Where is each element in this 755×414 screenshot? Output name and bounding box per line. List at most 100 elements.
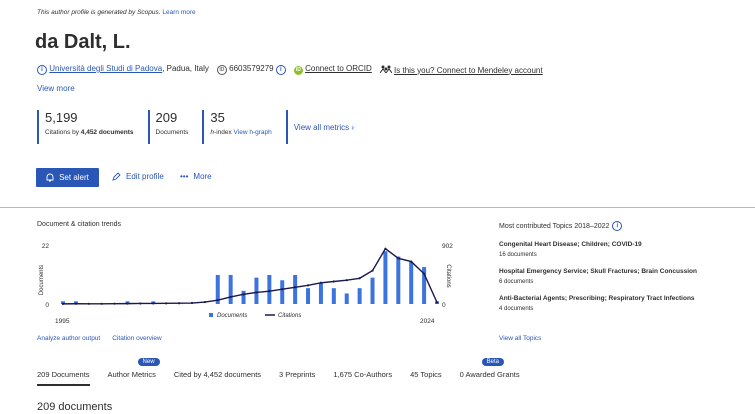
view-more-link[interactable]: View more xyxy=(37,84,75,93)
trend-title: Document & citation trends xyxy=(37,221,122,228)
citations-point xyxy=(345,279,348,282)
topic-item[interactable]: Hospital Emergency Service; Skull Fractu… xyxy=(499,268,729,285)
topics-panel: Most contributed Topics 2018–2022 i Cong… xyxy=(499,221,729,312)
tab-awarded-grants[interactable]: Beta 0 Awarded Grants xyxy=(460,358,520,386)
documents-bar xyxy=(306,288,311,304)
citations-point xyxy=(319,281,323,284)
affiliation: i Università degli Studi di Padova, Padu… xyxy=(37,64,209,75)
citations-point xyxy=(113,302,116,305)
citations-point xyxy=(126,302,129,305)
citations-point xyxy=(358,277,361,280)
documents-bar xyxy=(383,251,388,304)
trend-chart: Documents 22 0 Citations 902 0 1995 2024… xyxy=(39,243,453,325)
legend-documents-label: Documents xyxy=(217,313,247,319)
mendeley-icon xyxy=(379,65,393,74)
citations-point xyxy=(61,302,65,305)
documents-bar xyxy=(241,290,246,304)
ellipsis-icon: ••• xyxy=(180,172,189,181)
citations-point xyxy=(397,257,400,260)
bell-icon xyxy=(46,173,54,182)
x-tick-end: 2024 xyxy=(420,318,435,325)
info-icon: i xyxy=(37,65,47,75)
documents-bar xyxy=(293,275,298,304)
documents-bar xyxy=(228,275,233,304)
citations-point xyxy=(74,302,77,305)
metric-citations: 5,199 Citations by 4,452 documents xyxy=(37,110,148,144)
citations-point xyxy=(190,301,194,305)
orcid-icon: iD xyxy=(293,66,303,75)
citations-point xyxy=(332,280,335,283)
view-all-metrics-link[interactable]: View all metrics › xyxy=(285,110,368,144)
documents-bar xyxy=(344,293,349,304)
y-left-tick-bottom: 0 xyxy=(45,302,49,309)
citations-point xyxy=(268,290,271,293)
citations-point xyxy=(306,284,310,287)
tab-documents[interactable]: 209 Documents xyxy=(37,370,90,386)
learn-more-link[interactable]: Learn more xyxy=(162,9,195,16)
tab-author-metrics[interactable]: New Author Metrics xyxy=(108,358,160,386)
analyze-author-output-link[interactable]: Analyze author output xyxy=(37,335,100,342)
info-icon[interactable]: i xyxy=(275,65,286,75)
y-right-label: Citations xyxy=(445,264,451,287)
info-icon[interactable]: i xyxy=(612,221,623,231)
citations-point xyxy=(152,302,155,305)
tab-co-authors[interactable]: 1,675 Co-Authors xyxy=(333,370,392,386)
tab-preprints[interactable]: 3 Preprints xyxy=(279,370,315,386)
legend-citations-label: Citations xyxy=(278,313,301,319)
citation-overview-link[interactable]: Citation overview xyxy=(112,335,162,342)
citations-point xyxy=(216,299,219,302)
documents-bar xyxy=(331,288,336,304)
citations-point xyxy=(87,302,90,305)
more-button[interactable]: ••• More xyxy=(180,172,212,181)
citations-point xyxy=(255,291,258,294)
legend-documents-swatch xyxy=(209,313,213,317)
citations-point xyxy=(371,269,374,272)
citations-point xyxy=(165,302,168,305)
profile-notice: This author profile is generated by Scop… xyxy=(37,9,196,16)
y-left-label: Documents xyxy=(39,265,45,295)
citations-point xyxy=(384,247,387,250)
profile-tabs: 209 Documents New Author Metrics Cited b… xyxy=(37,358,538,386)
citations-point xyxy=(139,302,142,305)
set-alert-button[interactable]: Set alert xyxy=(36,168,99,187)
citations-point xyxy=(229,295,232,299)
metrics-strip: 5,199 Citations by 4,452 documents 209 D… xyxy=(37,110,368,144)
citations-point xyxy=(410,260,413,263)
citations-line xyxy=(62,247,438,305)
chart-links: Analyze author output Citation overview xyxy=(37,335,162,342)
topic-item[interactable]: Anti-Bacterial Agents; Prescribing; Resp… xyxy=(499,295,729,312)
documents-bar xyxy=(267,275,272,304)
documents-bar xyxy=(396,256,401,304)
tab-topics[interactable]: 45 Topics xyxy=(410,370,442,386)
orcid-connect[interactable]: iD Connect to ORCID xyxy=(293,64,372,75)
author-name: da Dalt, L. xyxy=(35,31,131,53)
citations-point xyxy=(294,286,297,289)
citations-point xyxy=(177,302,181,305)
citations-point xyxy=(435,301,439,304)
divider xyxy=(0,207,755,208)
documents-bar xyxy=(254,277,259,304)
new-badge: New xyxy=(137,358,160,366)
edit-profile-button[interactable]: Edit profile xyxy=(112,172,164,181)
metric-h-index: 35 h-index View h-graph xyxy=(202,110,285,144)
documents-heading: 209 documents xyxy=(37,401,113,413)
x-tick-start: 1995 xyxy=(55,318,70,325)
view-h-graph-link[interactable]: View h-graph xyxy=(234,129,272,136)
beta-badge: Beta xyxy=(481,358,505,366)
citations-point xyxy=(281,288,284,291)
mendeley-connect[interactable]: Is this you? Connect to Mendeley account xyxy=(379,65,543,75)
y-left-tick-top: 22 xyxy=(42,243,50,250)
view-all-topics-link[interactable]: View all Topics xyxy=(499,335,541,342)
topic-item[interactable]: Congenital Heart Disease; Children; COVI… xyxy=(499,241,729,258)
scopus-id: ID 6603579279 i xyxy=(216,64,286,75)
chevron-right-icon: › xyxy=(351,122,355,132)
y-right-tick-top: 902 xyxy=(442,243,453,250)
tab-cited-by[interactable]: Cited by 4,452 documents xyxy=(174,370,261,386)
y-right-tick-bottom: 0 xyxy=(442,302,446,309)
university-link[interactable]: Università degli Studi di Padova xyxy=(49,64,162,73)
citations-point xyxy=(203,300,206,304)
metric-documents: 209 Documents xyxy=(147,110,203,144)
pencil-icon xyxy=(112,172,121,181)
chart-legend: Documents Citations xyxy=(209,313,301,319)
documents-bar xyxy=(280,280,285,304)
